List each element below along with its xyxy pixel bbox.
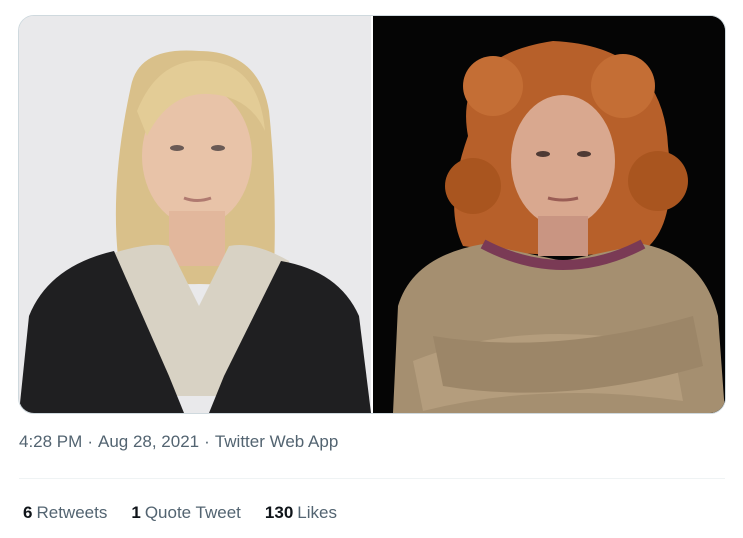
tweet-media-grid xyxy=(18,15,726,414)
portrait-redhead-woman-image xyxy=(373,16,725,413)
likes-label: Likes xyxy=(297,503,337,522)
likes-stat[interactable]: 130 Likes xyxy=(265,503,337,523)
tweet-photo-left[interactable] xyxy=(19,16,373,413)
separator-dot: · xyxy=(87,432,93,451)
stats-divider xyxy=(19,478,725,479)
quote-tweets-stat[interactable]: 1 Quote Tweet xyxy=(131,503,241,523)
retweets-label: Retweets xyxy=(36,503,108,522)
tweet-stats-bar: 6 Retweets 1 Quote Tweet 130 Likes xyxy=(23,503,361,523)
tweet-date[interactable]: Aug 28, 2021 xyxy=(98,432,199,451)
likes-count: 130 xyxy=(264,503,294,522)
tweet-source-link[interactable]: Twitter Web App xyxy=(215,432,338,451)
tweet-photo-right[interactable] xyxy=(373,16,725,413)
separator-dot: · xyxy=(204,432,210,451)
tweet-timestamp-line: 4:28 PM · Aug 28, 2021 · Twitter Web App xyxy=(19,432,338,452)
tweet-time[interactable]: 4:28 PM xyxy=(19,432,82,451)
quote-tweets-label: Quote Tweet xyxy=(144,503,241,522)
retweets-count: 6 xyxy=(23,503,33,522)
quote-tweets-count: 1 xyxy=(131,503,141,522)
retweets-stat[interactable]: 6 Retweets xyxy=(23,503,107,523)
portrait-blonde-woman-image xyxy=(19,16,371,413)
